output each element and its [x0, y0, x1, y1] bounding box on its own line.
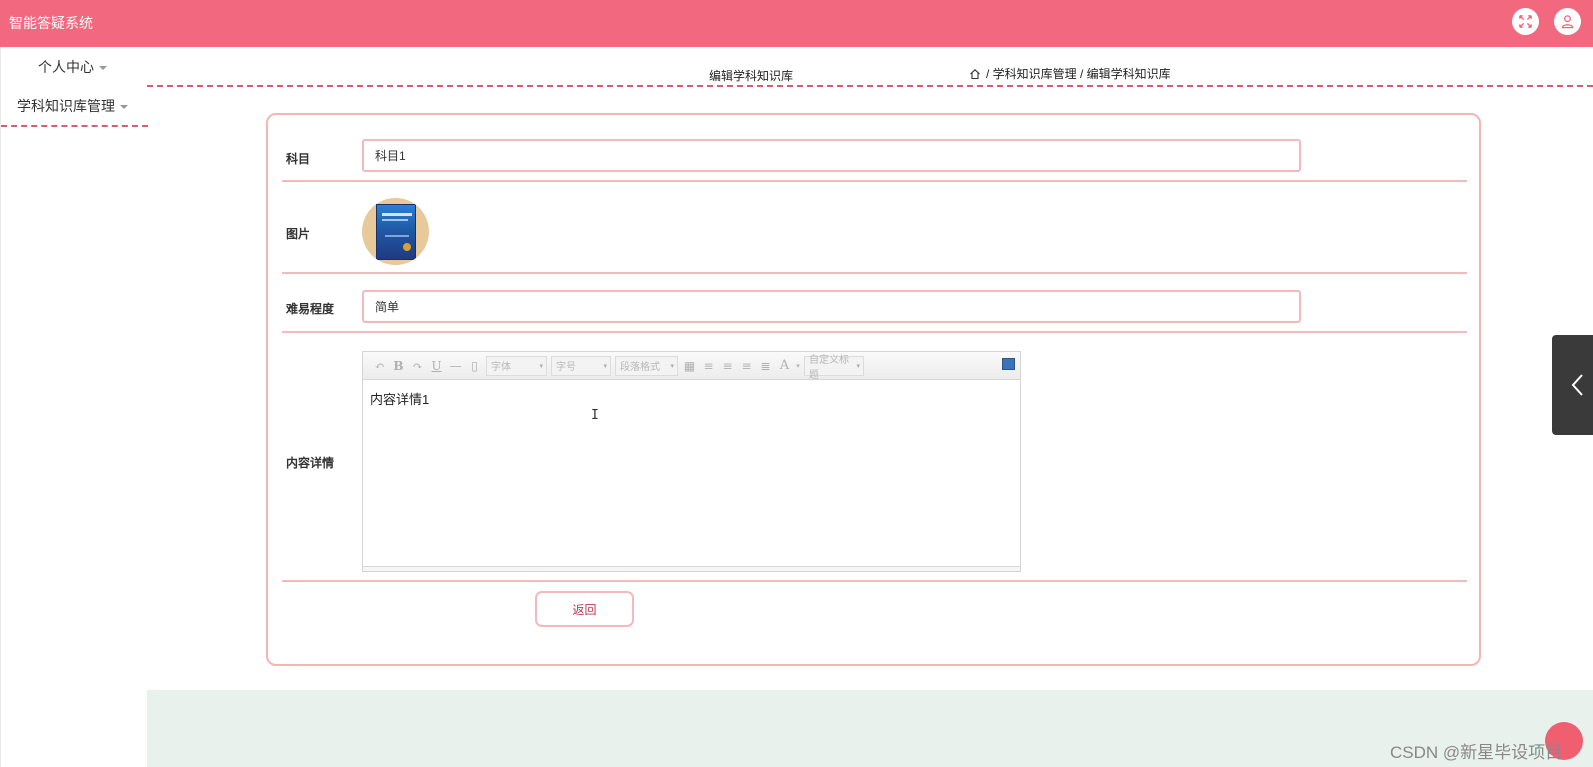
caret-down-icon	[120, 105, 128, 109]
paragraph-select[interactable]: 段落格式 ▾	[615, 355, 678, 376]
user-icon	[1561, 15, 1574, 29]
top-navbar: 智能答疑系统	[0, 0, 1593, 47]
font-family-select[interactable]: 字体 ▾	[486, 355, 547, 376]
form-row-content: 内容详情 ↶ B ↷ U — ▯ 字体 ▾ 字号 ▾ 段落格式 ▾ ▦ ≡ ≡ …	[282, 333, 1467, 582]
breadcrumb-bar: 编辑学科知识库 / 学科知识库管理 / 编辑学科知识库	[147, 47, 1593, 87]
font-color-dropdown-icon[interactable]: ▾	[794, 357, 802, 375]
edit-form-card: 科目 科目1 图片 难易程度 简单 内容详情 ↶ B ↷ U — ▯ 字体▾	[266, 113, 1481, 666]
align-right-icon[interactable]: ≡	[718, 357, 737, 375]
subject-label: 科目	[286, 152, 311, 166]
text-cursor-icon: I	[591, 408, 599, 423]
align-left-icon[interactable]: ≡	[699, 357, 718, 375]
fullscreen-icon	[1519, 15, 1532, 28]
app-title: 智能答疑系统	[9, 15, 93, 31]
paragraph-label: 段落格式	[620, 362, 660, 373]
undo-icon[interactable]: ↶	[370, 357, 389, 375]
fullscreen-editor-icon[interactable]	[1002, 358, 1015, 370]
form-row-difficulty: 难易程度 简单	[282, 274, 1467, 333]
form-row-subject: 科目 科目1	[282, 115, 1467, 182]
font-color-icon[interactable]: A	[775, 357, 794, 375]
paste-icon[interactable]: ▯	[465, 357, 484, 375]
form-row-actions: 返回	[282, 582, 1467, 642]
sidebar-item-label: 学科知识库管理	[17, 98, 115, 114]
custom-title-select[interactable]: 自定义标题 ▾	[804, 355, 864, 381]
editor-content[interactable]: 内容详情1	[363, 380, 1020, 566]
difficulty-label: 难易程度	[286, 302, 335, 316]
table-icon[interactable]: ▦	[680, 357, 699, 375]
font-size-label: 字号	[556, 362, 576, 373]
editor-toolbar: ↶ B ↷ U — ▯ 字体 ▾ 字号 ▾ 段落格式 ▾ ▦ ≡ ≡ ≡ ≣ A…	[363, 352, 1020, 381]
drawer-toggle[interactable]	[1552, 335, 1593, 435]
image-label: 图片	[286, 227, 311, 241]
subject-input[interactable]: 科目1	[362, 139, 1301, 172]
breadcrumb-path[interactable]: / 学科知识库管理 / 编辑学科知识库	[986, 65, 1171, 82]
sidebar-item-label: 个人中心	[38, 59, 94, 75]
home-icon[interactable]	[969, 68, 981, 80]
book-cover-image[interactable]	[362, 198, 429, 265]
book-image	[375, 203, 416, 260]
sidebar: 个人中心 学科知识库管理	[0, 47, 148, 767]
back-button[interactable]: 返回	[535, 591, 634, 627]
rich-text-editor[interactable]: ↶ B ↷ U — ▯ 字体 ▾ 字号 ▾ 段落格式 ▾ ▦ ≡ ≡ ≡ ≣ A…	[362, 351, 1021, 572]
footer	[147, 690, 1593, 767]
user-button[interactable]	[1554, 8, 1581, 35]
content-label: 内容详情	[286, 456, 335, 470]
underline-icon[interactable]: U	[427, 357, 446, 375]
fullscreen-button[interactable]	[1512, 8, 1539, 35]
caret-down-icon	[99, 66, 107, 70]
horizontal-rule-icon[interactable]: —	[446, 357, 465, 375]
form-row-image: 图片	[282, 182, 1467, 274]
watermark: CSDN @新星毕设项目	[1390, 743, 1563, 762]
editor-status-bar	[363, 566, 1020, 571]
font-family-label: 字体	[491, 362, 511, 373]
difficulty-input[interactable]: 简单	[362, 290, 1301, 323]
sidebar-item-personal-center[interactable]: 个人中心	[1, 47, 148, 87]
bold-icon[interactable]: B	[389, 357, 408, 375]
align-justify-icon[interactable]: ≣	[756, 357, 775, 375]
font-size-select[interactable]: 字号 ▾	[551, 355, 611, 376]
breadcrumb: / 学科知识库管理 / 编辑学科知识库	[969, 65, 1171, 82]
chevron-left-icon	[1571, 374, 1583, 396]
custom-title-label: 自定义标题	[809, 354, 849, 381]
redo-icon[interactable]: ↷	[408, 357, 427, 375]
sidebar-item-knowledge-base[interactable]: 学科知识库管理	[1, 87, 148, 127]
align-center-icon[interactable]: ≡	[737, 357, 756, 375]
page-title: 编辑学科知识库	[709, 69, 794, 83]
